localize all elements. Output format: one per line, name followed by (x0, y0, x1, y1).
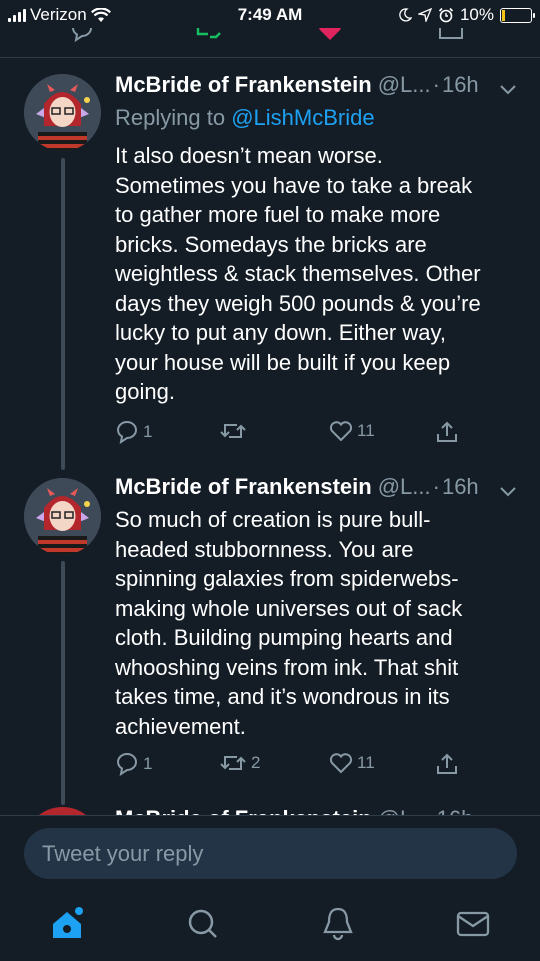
tweet-line: whooshing veins from ink. That shit (115, 654, 459, 680)
like-count: 11 (357, 421, 375, 440)
reply-icon[interactable] (70, 28, 94, 42)
reply-count: 1 (143, 422, 153, 441)
tweet-header: McBride of Frankenstein @L... · 16h (115, 474, 525, 500)
handle[interactable]: @L... (378, 72, 431, 98)
reply-button[interactable]: 1 (115, 420, 152, 444)
timestamp: 16h (437, 806, 474, 815)
timestamp: 16h (441, 72, 479, 97)
retweet-count: 2 (251, 753, 261, 772)
tweet-text: It also doesn’t mean worse. Sometimes yo… (115, 141, 515, 407)
share-icon (437, 421, 457, 442)
display-name[interactable]: McBride of Frankenstein (115, 474, 372, 500)
tweet-line: your house will be built if you keep (115, 349, 451, 375)
like-button[interactable]: 11 (329, 752, 375, 774)
tweet-partial[interactable]: McBride of Frankenstein @L... 16h (0, 800, 540, 815)
handle[interactable]: @L... (378, 474, 431, 500)
retweet-button[interactable]: 2 (219, 752, 260, 774)
avatar[interactable] (24, 807, 101, 815)
previous-tweet-actions (0, 28, 540, 42)
retweet-icon (220, 756, 246, 770)
display-name[interactable]: McBride of Frankenstein (115, 806, 372, 815)
retweet-icon[interactable] (196, 28, 222, 42)
tweet-actions: 1 2 11 (115, 752, 465, 778)
reply-icon (116, 753, 137, 776)
share-button[interactable] (435, 752, 459, 776)
notifications-icon (323, 907, 353, 941)
tweet-line: achievement. (115, 713, 246, 739)
chevron-down-icon[interactable] (499, 478, 517, 504)
tweet-line: Sometimes you have to take a break (115, 172, 473, 198)
reply-input[interactable]: Tweet your reply (24, 828, 517, 879)
home-icon (53, 907, 83, 938)
tweet-line: cloth. Building pumping hearts and (115, 625, 453, 650)
thread-line (61, 561, 65, 805)
avatar[interactable] (24, 478, 101, 555)
notifications-tab[interactable] (318, 904, 358, 944)
tab-bar (0, 904, 540, 954)
retweet-button[interactable] (219, 420, 251, 442)
search-icon (188, 909, 217, 938)
tweet-header: McBride of Frankenstein @L... 16h (115, 806, 525, 815)
timestamp: 16h (441, 474, 479, 499)
tweet-text: So much of creation is pure bull- headed… (115, 505, 515, 741)
tweet-line: So much of creation is pure bull- (115, 507, 431, 532)
tweet-actions: 1 11 (115, 420, 465, 446)
reply-count: 1 (143, 754, 153, 773)
reply-button[interactable]: 1 (115, 752, 152, 776)
location-icon (417, 8, 432, 22)
battery-percent: 10% (459, 5, 494, 24)
alarm-icon (438, 7, 454, 23)
like-icon[interactable] (318, 28, 342, 42)
share-button[interactable] (435, 420, 459, 444)
battery-icon (500, 7, 535, 23)
home-tab[interactable] (48, 904, 88, 944)
tweet-line: going. (115, 379, 175, 404)
chevron-down-icon[interactable] (499, 76, 517, 102)
display-name[interactable]: McBride of Frankenstein (115, 72, 372, 98)
like-count: 11 (357, 753, 375, 772)
share-icon[interactable] (438, 28, 464, 42)
handle[interactable]: @L... (378, 806, 431, 815)
tweet-line: weightless & stack themselves. Other (115, 261, 481, 286)
status-bar: Verizon 7:49 AM 10% (0, 0, 540, 30)
retweet-icon (220, 424, 246, 438)
replying-to: Replying to @LishMcBride (115, 105, 375, 131)
tweet[interactable]: McBride of Frankenstein @L... · 16h Repl… (0, 58, 540, 470)
thread-line (61, 158, 65, 470)
tweet-line: bricks. Somedays the bricks are (115, 231, 427, 257)
tweet-line: lucky to put any down. Either way, (115, 320, 446, 345)
messages-tab[interactable] (453, 904, 493, 944)
search-tab[interactable] (183, 904, 223, 944)
replying-to-handle[interactable]: @LishMcBride (231, 105, 374, 130)
tweet-line: headed stubbornness. You are (115, 536, 414, 562)
avatar[interactable] (24, 74, 101, 151)
tweet-line: days they weigh 500 pounds & you’re (115, 290, 481, 316)
tweet-line: making whole universes out of sack (115, 595, 463, 621)
tweet-line: It also doesn’t mean worse. (115, 143, 383, 168)
heart-icon (329, 421, 353, 442)
tweet-line: takes time, and it’s wondrous in its (115, 684, 450, 709)
tweet-line: spinning galaxies from spiderwebs- (115, 566, 459, 591)
tweet-header: McBride of Frankenstein @L... · 16h (115, 72, 525, 98)
share-icon (437, 753, 457, 774)
bottom-area: Tweet your reply (0, 815, 540, 961)
messages-icon (456, 911, 490, 937)
heart-icon (329, 753, 353, 774)
reply-icon (116, 421, 137, 444)
tweet[interactable]: McBride of Frankenstein @L... · 16h So m… (0, 463, 540, 808)
separator: · (432, 474, 440, 499)
moon-icon (399, 8, 412, 22)
tweet-line: to gather more fuel to make more (115, 202, 441, 227)
replying-to-label: Replying to (115, 105, 226, 130)
like-button[interactable]: 11 (329, 420, 375, 442)
separator: · (432, 72, 440, 97)
status-right: 10% (398, 5, 535, 25)
